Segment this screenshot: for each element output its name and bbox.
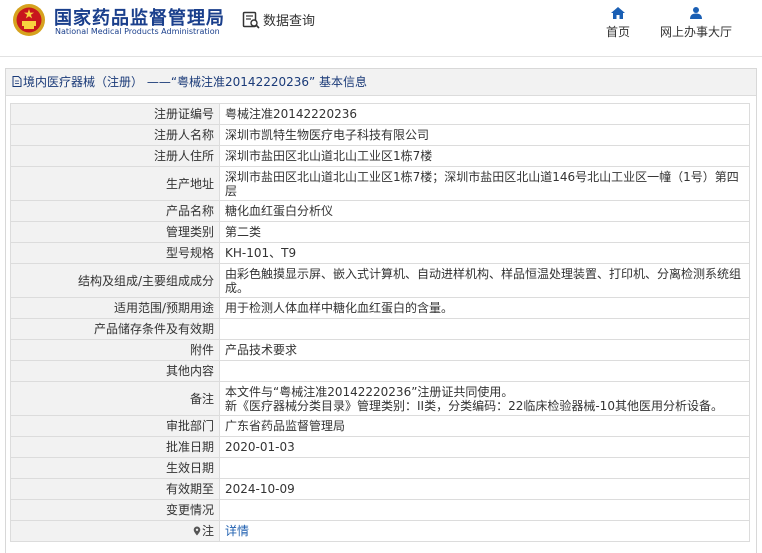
table-row: 注册证编号 粤械注准20142220236 [10, 103, 750, 125]
row-value [219, 457, 750, 479]
row-label: 其他内容 [10, 360, 220, 382]
row-label: 管理类别 [10, 221, 220, 243]
row-label: 注册人名称 [10, 124, 220, 146]
table-row: 变更情况 [10, 499, 750, 521]
row-value: 深圳市盐田区北山道北山工业区1栋7楼 [219, 145, 750, 167]
pin-icon [193, 526, 201, 536]
row-label: 产品名称 [10, 200, 220, 222]
national-emblem-icon [13, 4, 45, 36]
panel-title-bar: 境内医疗器械（注册） ——“粤械注准20142220236” 基本信息 [6, 69, 756, 96]
row-label: 附件 [10, 339, 220, 361]
table-row: 生效日期 [10, 457, 750, 479]
site-logo-subtitle: National Medical Products Administration [55, 27, 220, 36]
table-row: 其他内容 [10, 360, 750, 382]
site-header: 国家药品监督管理局 National Medical Products Admi… [0, 0, 762, 56]
nav-online-hall[interactable]: 网上办事大厅 [656, 6, 736, 40]
user-icon [690, 7, 702, 19]
details-link[interactable]: 详情 [225, 524, 249, 538]
table-row: 型号规格 KH-101、T9 [10, 242, 750, 264]
row-label: 生效日期 [10, 457, 220, 479]
table-row: 注册人名称 深圳市凯特生物医疗电子科技有限公司 [10, 124, 750, 146]
detail-panel: 境内医疗器械（注册） ——“粤械注准20142220236” 基本信息 注册证编… [5, 68, 757, 553]
row-value: KH-101、T9 [219, 242, 750, 264]
row-label: 注册人住所 [10, 145, 220, 167]
row-label: 注册证编号 [10, 103, 220, 125]
table-row: 产品名称 糖化血红蛋白分析仪 [10, 200, 750, 222]
table-row: 注 详情 [10, 520, 750, 542]
row-value: 第二类 [219, 221, 750, 243]
table-row: 附件 产品技术要求 [10, 339, 750, 361]
row-value: 深圳市盐田区北山道北山工业区1栋7楼；深圳市盐田区北山道146号北山工业区一幢（… [219, 166, 750, 201]
row-label: 生产地址 [10, 166, 220, 201]
document-icon [12, 76, 22, 87]
row-value: 深圳市凯特生物医疗电子科技有限公司 [219, 124, 750, 146]
remark-line-2: 新《医疗器械分类目录》管理类别：II类，分类编码：22临床检验器械-10其他医用… [225, 398, 723, 413]
table-row: 管理类别 第二类 [10, 221, 750, 243]
table-row: 适用范围/预期用途 用于检测人体血样中糖化血红蛋白的含量。 [10, 297, 750, 319]
row-value: 由彩色触摸显示屏、嵌入式计算机、自动进样机构、样品恒温处理装置、打印机、分离检测… [219, 263, 750, 298]
row-label: 适用范围/预期用途 [10, 297, 220, 319]
row-value: 本文件与“粤械注准20142220236”注册证共同使用。 新《医疗器械分类目录… [219, 381, 750, 416]
row-value [219, 499, 750, 521]
row-value: 产品技术要求 [219, 339, 750, 361]
row-value: 广东省药品监督管理局 [219, 415, 750, 437]
table-row: 结构及组成/主要组成成分 由彩色触摸显示屏、嵌入式计算机、自动进样机构、样品恒温… [10, 263, 750, 298]
row-label: 有效期至 [10, 478, 220, 500]
nav-home-label: 首页 [605, 25, 630, 39]
nav-online-hall-label: 网上办事大厅 [659, 25, 732, 39]
row-value: 2024-10-09 [219, 478, 750, 500]
row-label: 审批部门 [10, 415, 220, 437]
row-value [219, 360, 750, 382]
row-value: 糖化血红蛋白分析仪 [219, 200, 750, 222]
row-label: 备注 [10, 381, 220, 416]
row-label: 结构及组成/主要组成成分 [10, 263, 220, 298]
row-label: 变更情况 [10, 499, 220, 521]
data-query-icon[interactable] [242, 11, 260, 29]
table-row: 审批部门 广东省药品监督管理局 [10, 415, 750, 437]
table-row: 有效期至 2024-10-09 [10, 478, 750, 500]
row-label: 注 [201, 524, 214, 538]
table-row: 注册人住所 深圳市盐田区北山道北山工业区1栋7楼 [10, 145, 750, 167]
row-value: 粤械注准20142220236 [219, 103, 750, 125]
table-row: 批准日期 2020-01-03 [10, 436, 750, 458]
data-query-link[interactable]: 数据查询 [263, 10, 315, 29]
panel-title: 境内医疗器械（注册） ——“粤械注准20142220236” 基本信息 [23, 75, 368, 89]
home-icon [611, 7, 625, 19]
row-label: 型号规格 [10, 242, 220, 264]
row-value: 用于检测人体血样中糖化血红蛋白的含量。 [219, 297, 750, 319]
header-divider [0, 56, 762, 57]
row-label: 产品储存条件及有效期 [10, 318, 220, 340]
table-row: 备注 本文件与“粤械注准20142220236”注册证共同使用。 新《医疗器械分… [10, 381, 750, 416]
registration-info-table: 注册证编号 粤械注准20142220236 注册人名称 深圳市凯特生物医疗电子科… [10, 103, 750, 542]
table-row: 生产地址 深圳市盐田区北山道北山工业区1栋7楼；深圳市盐田区北山道146号北山工… [10, 166, 750, 201]
row-label: 批准日期 [10, 436, 220, 458]
nav-home[interactable]: 首页 [603, 6, 633, 40]
remark-line-1: 本文件与“粤械注准20142220236”注册证共同使用。 [225, 384, 514, 399]
note-label-cell: 注 [10, 520, 220, 542]
table-row: 产品储存条件及有效期 [10, 318, 750, 340]
row-value: 2020-01-03 [219, 436, 750, 458]
row-value: 详情 [219, 520, 750, 542]
row-value [219, 318, 750, 340]
